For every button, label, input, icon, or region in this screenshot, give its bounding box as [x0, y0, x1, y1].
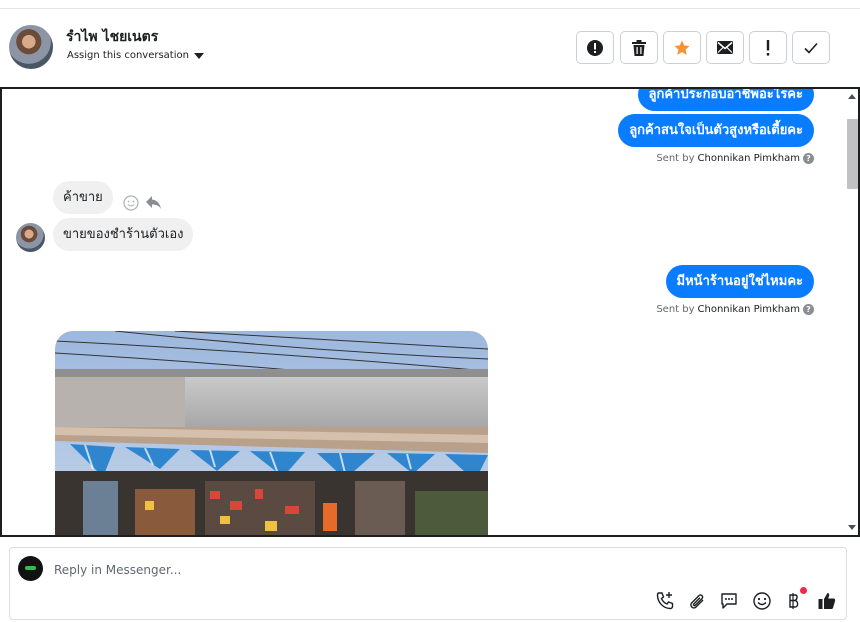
- checkmark-icon: [804, 42, 818, 54]
- phone-add-icon: [656, 592, 674, 610]
- sent-by-label: Sent by Chonnikan Pimkham ?: [656, 153, 814, 164]
- paperclip-icon: [690, 594, 704, 609]
- baht-payment-icon: [789, 593, 799, 609]
- thumbs-up-icon: [818, 593, 836, 609]
- assign-conversation-dropdown[interactable]: Assign this conversation: [67, 50, 204, 61]
- envelope-icon: [717, 41, 733, 54]
- emoji-icon: [753, 592, 771, 610]
- sent-by-prefix: Sent by: [656, 153, 695, 164]
- outgoing-message[interactable]: ลูกค้าสนใจเป็นตัวสูงหรือเตี้ยคะ: [618, 114, 814, 147]
- storefront-photo-image: [55, 331, 488, 535]
- trash-icon: [632, 39, 646, 56]
- sent-by-prefix: Sent by: [656, 304, 695, 315]
- sender-name: Chonnikan Pimkham: [697, 304, 800, 315]
- notification-dot: [800, 587, 807, 594]
- mark-unread-button[interactable]: [706, 31, 744, 64]
- sender-name: Chonnikan Pimkham: [697, 153, 800, 164]
- star-icon: [674, 40, 690, 55]
- conversation-header: รำไพ ไชยเนตร Assign this conversation: [0, 9, 860, 87]
- attach-button[interactable]: [686, 590, 708, 612]
- react-emoji-icon[interactable]: [123, 195, 139, 211]
- outgoing-message[interactable]: ลูกค้าประกอบอาชีพอะไรคะ: [637, 89, 814, 111]
- message-thread[interactable]: ลูกค้าประกอบอาชีพอะไรคะ ลูกค้าสนใจเป็นตั…: [0, 87, 860, 537]
- spam-button[interactable]: [576, 31, 614, 64]
- thread-scrollbar[interactable]: [844, 89, 858, 535]
- star-button[interactable]: [663, 31, 701, 64]
- storefront-photo[interactable]: [55, 331, 488, 535]
- assign-label: Assign this conversation: [67, 50, 189, 61]
- incoming-message[interactable]: ขายของชำร้านตัวเอง: [53, 218, 194, 251]
- spam-alert-icon: [587, 39, 603, 56]
- saved-replies-button[interactable]: [718, 590, 740, 612]
- scroll-up-arrow-icon[interactable]: [848, 94, 856, 99]
- contact-avatar-small: [16, 223, 45, 252]
- exclamation-icon: [766, 39, 770, 56]
- page-avatar: [18, 556, 43, 581]
- outgoing-message[interactable]: มีหน้าร้านอยู่ใช่ไหมคะ: [665, 265, 814, 298]
- contact-avatar[interactable]: [9, 25, 53, 69]
- help-icon[interactable]: ?: [803, 153, 814, 164]
- call-button[interactable]: [654, 590, 676, 612]
- emoji-button[interactable]: [751, 590, 773, 612]
- reply-composer: [9, 547, 847, 620]
- incoming-message[interactable]: ค้าขาย: [53, 181, 113, 214]
- contact-name[interactable]: รำไพ ไชยเนตร: [66, 26, 158, 48]
- follow-up-button[interactable]: [749, 31, 787, 64]
- delete-button[interactable]: [620, 31, 658, 64]
- help-icon[interactable]: ?: [803, 304, 814, 315]
- caret-down-icon: [193, 53, 204, 59]
- scrollbar-thumb[interactable]: [847, 119, 858, 189]
- like-button[interactable]: [816, 590, 838, 612]
- sent-by-label: Sent by Chonnikan Pimkham ?: [656, 304, 814, 315]
- scroll-down-arrow-icon[interactable]: [848, 525, 856, 530]
- reply-arrow-icon[interactable]: [145, 195, 162, 210]
- reply-input[interactable]: [54, 560, 614, 580]
- saved-reply-icon: [721, 593, 737, 609]
- mark-done-button[interactable]: [792, 31, 830, 64]
